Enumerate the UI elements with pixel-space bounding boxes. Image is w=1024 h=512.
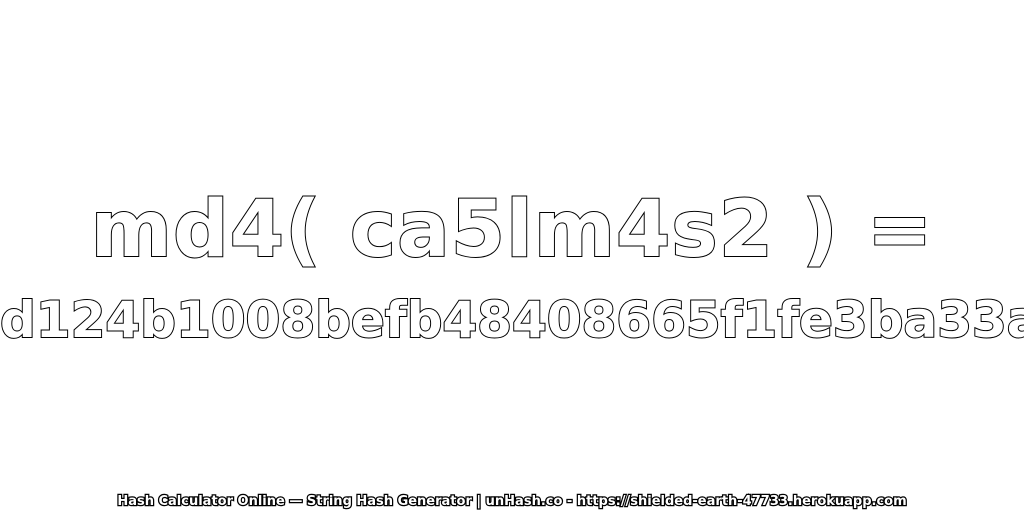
footer-attribution: Hash Calculator Online — String Hash Gen… bbox=[116, 493, 908, 511]
hash-value-text: d124b1008befb48408665f1fe3ba33a9 bbox=[0, 290, 1024, 350]
hash-expression-heading: md4( ca5lm4s2 ) = bbox=[90, 184, 934, 276]
hash-image-canvas: md4( ca5lm4s2 ) = d124b1008befb48408665f… bbox=[0, 0, 1024, 512]
